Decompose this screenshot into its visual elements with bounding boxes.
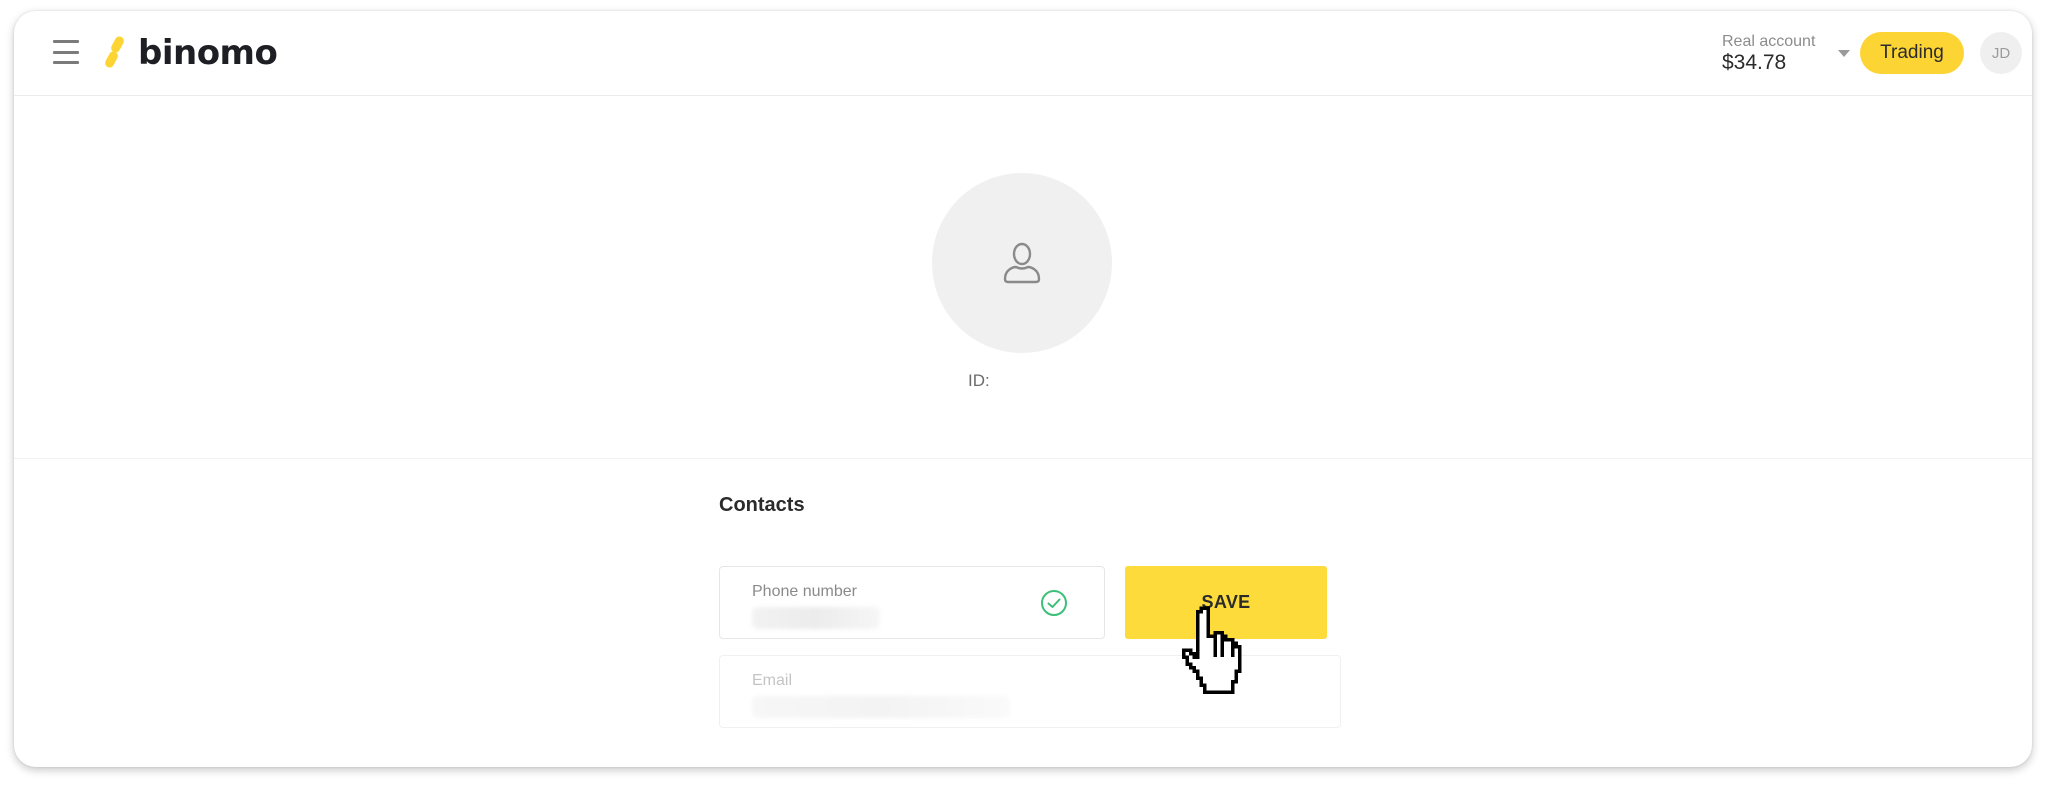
check-circle-icon [1041, 590, 1067, 616]
account-switcher[interactable]: Real account $34.78 [1722, 33, 1850, 75]
email-value-blurred [752, 696, 1010, 718]
user-icon [1003, 242, 1041, 284]
app-window: binomo Real account $34.78 Trading JD ID… [14, 11, 2032, 767]
profile-section: ID: [14, 97, 2032, 459]
account-balance: $34.78 [1722, 51, 1787, 74]
logo-bolt-icon [102, 34, 128, 71]
phone-number-value-blurred [752, 607, 880, 629]
profile-avatar[interactable] [932, 173, 1112, 353]
caret-down-icon[interactable] [1838, 50, 1850, 57]
top-header: binomo Real account $34.78 Trading JD [14, 11, 2032, 96]
account-type-label: Real account [1722, 33, 1816, 50]
logo-text: binomo [138, 33, 278, 73]
user-id-label: ID: [968, 371, 990, 390]
save-button[interactable]: SAVE [1125, 566, 1327, 639]
email-field[interactable]: Email [719, 655, 1341, 728]
phone-number-field[interactable]: Phone number [719, 566, 1105, 639]
contacts-title: Contacts [719, 494, 805, 516]
phone-number-label: Phone number [752, 583, 857, 600]
trading-button[interactable]: Trading [1860, 32, 1964, 74]
user-avatar[interactable]: JD [1980, 32, 2022, 74]
logo[interactable]: binomo [102, 33, 278, 73]
email-label: Email [752, 672, 793, 689]
hamburger-icon[interactable] [53, 40, 79, 64]
contacts-section: Contacts Phone number SAVE Email [719, 494, 1343, 728]
